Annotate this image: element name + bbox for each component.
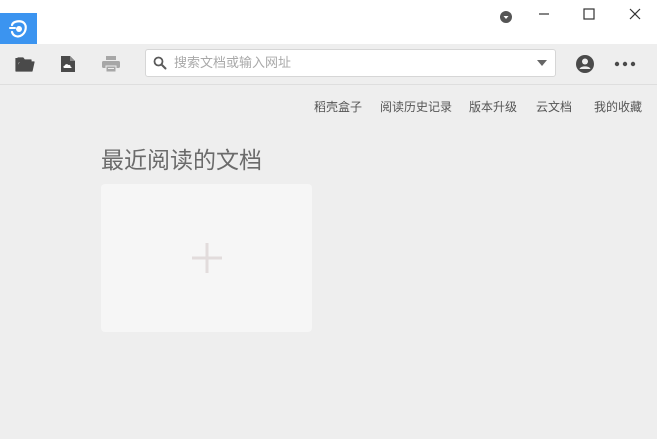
minimize-icon: [539, 13, 549, 15]
nav-link-reading-history[interactable]: 阅读历史记录: [380, 98, 452, 115]
maximize-button[interactable]: [574, 4, 604, 24]
add-document-card[interactable]: [101, 184, 312, 332]
nav-link-version-upgrade[interactable]: 版本升级: [469, 98, 517, 115]
close-button[interactable]: [620, 4, 650, 24]
search-icon: [153, 56, 167, 70]
user-account-icon: [576, 55, 594, 73]
search-box[interactable]: [145, 49, 556, 77]
open-file-button[interactable]: [13, 52, 37, 76]
search-input[interactable]: [174, 53, 524, 73]
top-nav-links: 稻壳盒子 阅读历史记录 版本升级 云文档 我的收藏: [0, 98, 657, 116]
print-button[interactable]: [99, 52, 123, 76]
close-icon: [629, 8, 641, 20]
app-window: 稻壳盒子 阅读历史记录 版本升级 云文档 我的收藏 最近阅读的文档: [0, 0, 657, 439]
chevron-down-icon[interactable]: [537, 60, 547, 66]
title-bar: [0, 0, 657, 44]
user-account-button[interactable]: [573, 52, 597, 76]
minimize-button[interactable]: [529, 4, 559, 24]
app-logo-icon[interactable]: [0, 13, 37, 44]
maximize-icon: [583, 8, 595, 20]
print-icon: [102, 56, 120, 73]
nav-link-daoke-box[interactable]: 稻壳盒子: [314, 98, 362, 115]
toolbar: [0, 44, 657, 85]
nav-link-favorites[interactable]: 我的收藏: [594, 98, 642, 115]
more-options-button[interactable]: [613, 52, 637, 76]
nav-link-cloud-documents[interactable]: 云文档: [536, 98, 572, 115]
open-folder-icon: [15, 57, 35, 72]
dropdown-menu-icon: [500, 11, 512, 23]
document-icon: [61, 56, 75, 72]
cloud-document-button[interactable]: [56, 52, 80, 76]
recent-documents-title: 最近阅读的文档: [101, 148, 262, 174]
dropdown-menu-button[interactable]: [491, 7, 521, 27]
more-options-icon: [614, 61, 636, 67]
plus-icon: [191, 243, 222, 273]
foxit-logo-icon: [8, 19, 27, 38]
